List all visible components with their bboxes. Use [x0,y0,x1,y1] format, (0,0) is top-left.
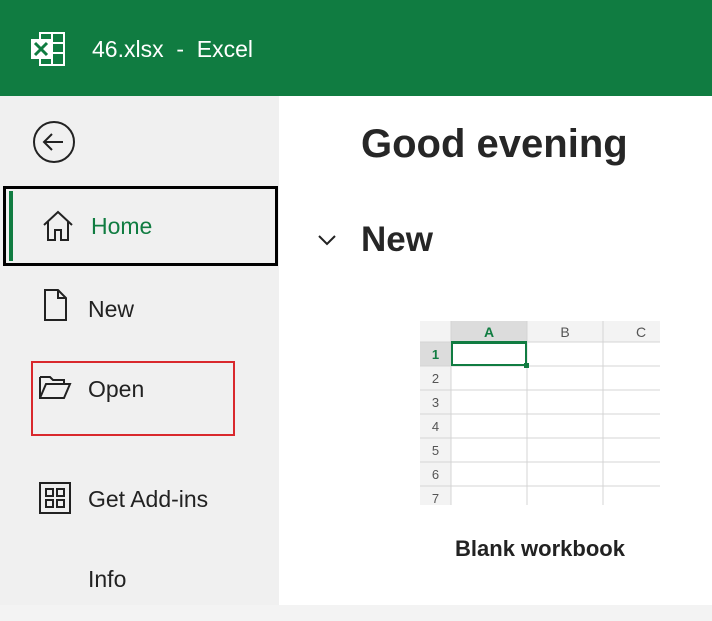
row-header: 5 [432,443,439,458]
chevron-down-icon[interactable] [317,230,337,250]
home-icon [43,210,73,241]
blank-workbook-template[interactable]: A B C 1 2 3 4 5 6 7 Blank workbook [420,321,660,601]
window-title: 46.xlsx - Excel [92,36,254,62]
column-header: B [560,324,569,340]
active-indicator [9,191,13,261]
column-header: C [636,324,646,340]
backstage-sidebar: Home New Open Get Add-ins Info [0,96,279,605]
grid-icon [39,482,71,514]
row-header: 2 [432,371,439,386]
document-icon [44,289,67,321]
template-label: Blank workbook [455,536,625,561]
row-header: 6 [432,467,439,482]
greeting-title: Good evening [361,122,628,166]
row-header: 3 [432,395,439,410]
sidebar-item-home[interactable]: Home [3,186,278,266]
sidebar-item-get-add-ins[interactable]: Get Add-ins [0,458,279,538]
sidebar-item-label: Get Add-ins [88,486,209,512]
row-header: 4 [432,419,439,434]
back-button[interactable] [32,120,76,164]
highlight-box [31,361,235,436]
section-title-new: New [361,220,433,259]
arrow-left-circle-icon [33,121,75,163]
spreadsheet-thumbnail: A B C 1 2 3 4 5 6 7 [420,321,660,505]
sidebar-item-label: Home [91,213,153,239]
title-bar: 46.xlsx - Excel [0,0,712,96]
sidebar-item-info[interactable]: Info [0,541,279,621]
row-header: 1 [432,347,439,362]
main-panel: Good evening New A B C 1 2 3 4 5 6 7 Blank workbo… [279,96,712,605]
column-header: A [484,324,494,340]
excel-logo-icon [31,32,65,66]
sheet-background [420,321,660,505]
row-header: 7 [432,491,439,505]
sidebar-item-new[interactable]: New [0,266,279,346]
sidebar-item-label: Info [88,566,127,592]
sidebar-item-label: New [88,296,135,322]
fill-handle [524,363,529,368]
